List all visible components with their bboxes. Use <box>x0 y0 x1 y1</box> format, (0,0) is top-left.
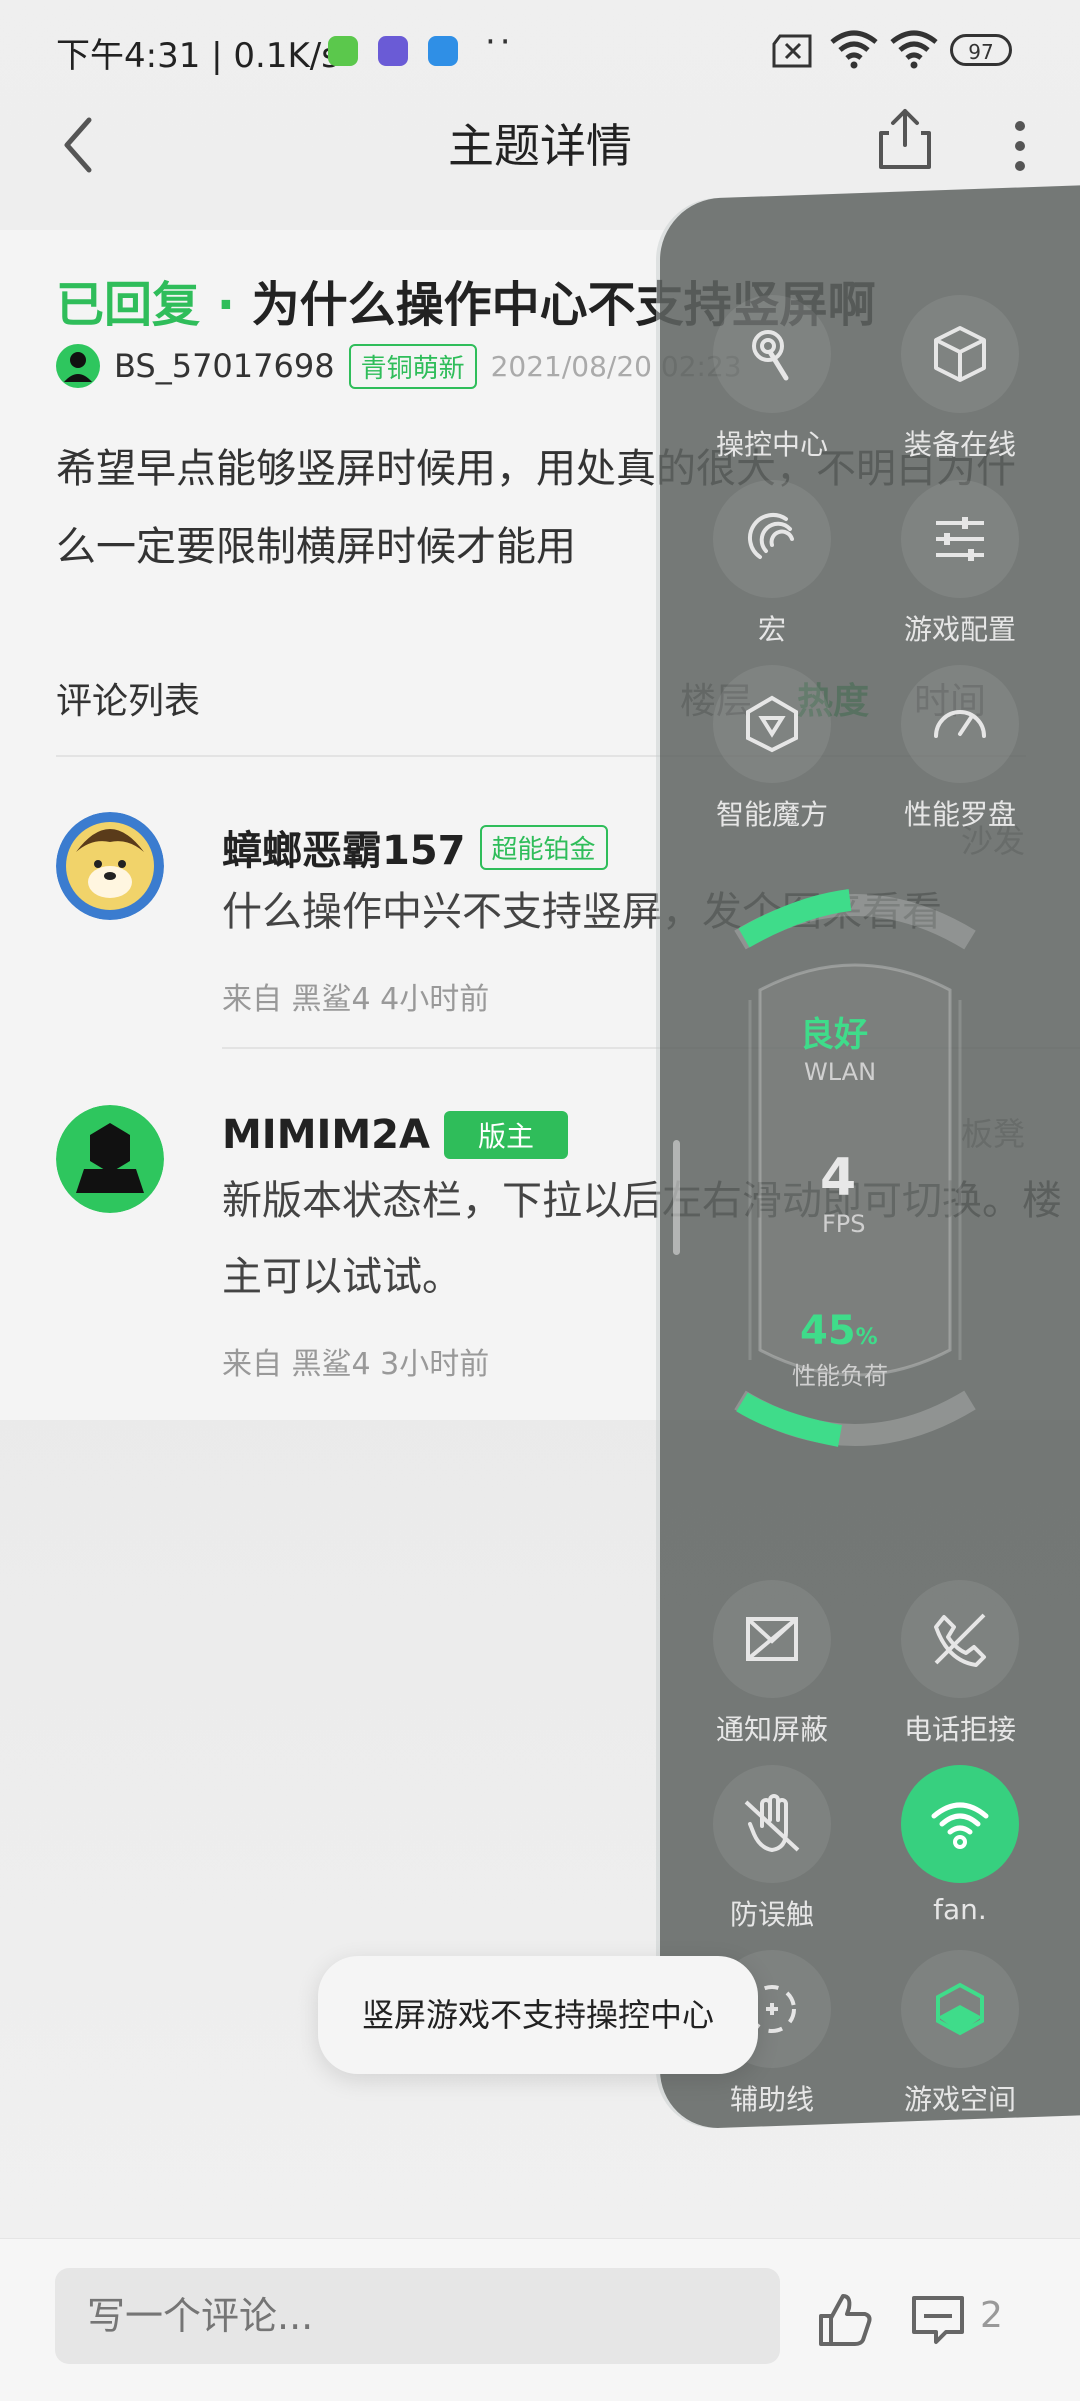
panel-button-notification-block[interactable]: 通知屏蔽 <box>692 1580 852 1748</box>
panel-button-performance[interactable]: 性能罗盘 <box>880 665 1040 833</box>
touch-block-icon <box>713 1765 831 1883</box>
panel-button-label: 游戏空间 <box>903 2083 1016 2116</box>
status-bar: 下午4:31 | 0.1K/s ·· 97 <box>0 0 1080 105</box>
panel-button-smart-cube[interactable]: 智能魔方 <box>692 665 852 833</box>
status-overflow-dots: ·· <box>485 22 515 62</box>
commenter-name[interactable]: 蟑螂恶霸157 <box>222 818 466 876</box>
moderator-badge: 版主 <box>443 1111 568 1159</box>
author-row: BS_57017698 青铜萌新 2021/08/20 02:23 <box>56 343 742 389</box>
load-unit: % <box>855 1325 878 1350</box>
panel-button-label: 防误触 <box>729 1898 814 1931</box>
status-time: 下午4:31 | 0.1K/s <box>56 36 339 76</box>
panel-button-equipment[interactable]: 装备在线 <box>880 295 1040 463</box>
wifi-status-icon <box>890 30 938 69</box>
battery-indicator: 97 <box>950 34 1012 66</box>
panel-button-label: 辅助线 <box>729 2083 814 2116</box>
load-label: 性能负荷 <box>792 1362 888 1390</box>
comment-meta: 来自 黑鲨4 3小时前 <box>222 1347 490 1382</box>
share-button[interactable] <box>875 105 935 175</box>
panel-button-wifi[interactable]: fan. <box>880 1765 1040 1926</box>
panel-button-label: 智能魔方 <box>715 798 828 831</box>
fps-label: FPS <box>822 1210 866 1238</box>
fps-value: 4 <box>820 1148 857 1208</box>
load-value: 45 <box>800 1308 856 1354</box>
thumbs-up-icon[interactable] <box>815 2290 875 2350</box>
speedometer-icon <box>901 665 1019 783</box>
panel-button-label: 游戏配置 <box>903 613 1016 646</box>
magic-cube-icon <box>713 665 831 783</box>
comment-input[interactable] <box>55 2268 780 2364</box>
panel-button-label: 性能罗盘 <box>903 798 1016 831</box>
touch-icon <box>713 295 831 413</box>
panel-button-macro[interactable]: 宏 <box>692 480 852 648</box>
comment-count: 2 <box>980 2295 1003 2336</box>
panel-button-game-space[interactable]: 游戏空间 <box>880 1950 1040 2118</box>
panel-button-label: 宏 <box>757 613 786 646</box>
call-reject-icon <box>901 1580 1019 1698</box>
comment-icon[interactable] <box>910 2292 966 2348</box>
comments-heading: 评论列表 <box>56 681 201 722</box>
performance-load: 45% <box>800 1308 878 1354</box>
author-name[interactable]: BS_57017698 <box>114 347 335 385</box>
wifi-status-icon <box>830 30 878 69</box>
panel-button-call-reject[interactable]: 电话拒接 <box>880 1580 1040 1748</box>
toast-message: 竖屏游戏不支持操控中心 <box>318 1956 758 2074</box>
macro-icon <box>713 480 831 598</box>
panel-button-control-center[interactable]: 操控中心 <box>692 295 852 463</box>
comment-meta: 来自 黑鲨4 4小时前 <box>222 982 490 1017</box>
user-icon <box>64 352 92 382</box>
panel-button-label: 电话拒接 <box>903 1713 1016 1746</box>
game-space-icon <box>901 1950 1019 2068</box>
sliders-icon <box>901 480 1019 598</box>
commenter-avatar[interactable] <box>56 1105 164 1213</box>
cube-icon <box>901 295 1019 413</box>
more-options-button[interactable] <box>1005 118 1035 178</box>
notification-block-icon <box>713 1580 831 1698</box>
user-level-badge: 青铜萌新 <box>348 343 477 389</box>
app-notification-icon <box>328 36 358 66</box>
panel-button-label: 通知屏蔽 <box>715 1713 828 1746</box>
commenter-avatar[interactable] <box>56 812 164 920</box>
wifi-icon <box>901 1765 1019 1883</box>
panel-button-touch-guard[interactable]: 防误触 <box>692 1765 852 1933</box>
author-avatar[interactable] <box>56 344 100 388</box>
panel-button-label: fan. <box>933 1893 987 1926</box>
network-status: 良好 <box>800 1015 868 1055</box>
app-notification-icon <box>428 36 458 66</box>
panel-button-game-config[interactable]: 游戏配置 <box>880 480 1040 648</box>
panel-button-label: 操控中心 <box>715 428 828 461</box>
sim-x-icon <box>772 34 812 68</box>
network-label: WLAN <box>804 1058 877 1086</box>
app-notification-icon <box>378 36 408 66</box>
user-level-badge: 超能铂金 <box>479 824 608 870</box>
commenter-name[interactable]: MIMIM2A <box>222 1112 430 1158</box>
panel-drag-handle[interactable] <box>673 1140 680 1255</box>
panel-button-label: 装备在线 <box>903 428 1016 461</box>
replied-tag: 已回复 · <box>56 277 235 333</box>
